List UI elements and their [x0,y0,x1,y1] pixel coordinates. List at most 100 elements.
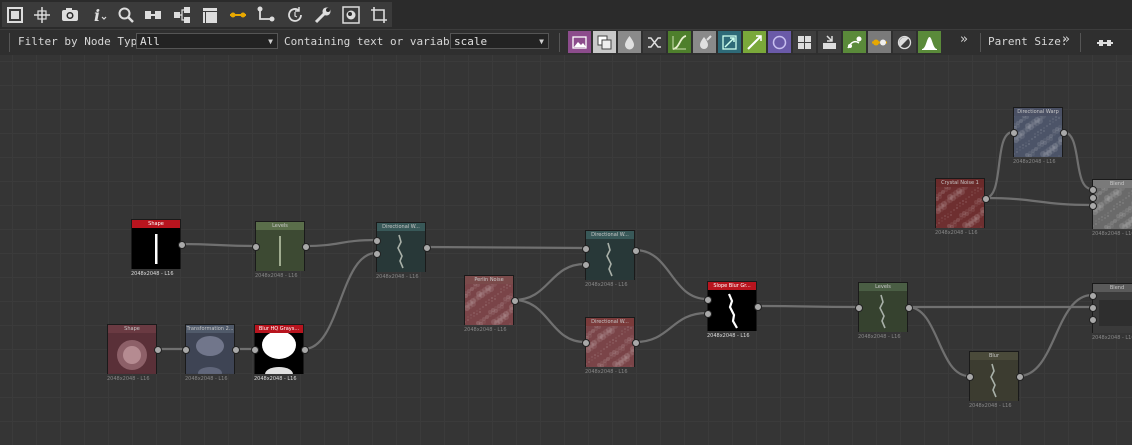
output-port[interactable] [1060,129,1068,137]
parent-size-more-button[interactable]: » [1062,32,1070,47]
histogram-icon[interactable] [918,31,941,53]
node-resolution: 2048x2048 - L16 [707,333,750,339]
levels-drop-icon[interactable] [618,31,641,53]
text-filter-select[interactable]: scale ▼ [450,33,549,49]
stack-icon[interactable] [198,3,222,26]
graph-node[interactable]: Directional W... 2048x2048 - L16 [582,230,640,288]
layout-icon[interactable] [170,3,194,26]
circle-shape-icon[interactable] [768,31,791,53]
connection-wire[interactable] [634,311,708,344]
transform-icon[interactable] [718,31,741,53]
input-port[interactable] [704,296,712,304]
connector-icon[interactable] [1093,31,1117,54]
input-port[interactable] [966,373,974,381]
connection-wire[interactable] [513,298,586,344]
input-port[interactable] [373,250,381,258]
crop-icon[interactable] [367,3,391,26]
node-title: Directional W... [377,223,425,231]
input-port[interactable] [704,310,712,318]
bitmap-node-icon[interactable] [568,31,591,53]
graph-node[interactable]: Directional Warp 2048x2048 - L16 [1010,107,1068,165]
input-port[interactable] [373,237,381,245]
graph-canvas[interactable]: Shape 2048x2048 - L16 Levels 2048x2048 - L1… [0,55,1132,445]
output-port[interactable] [154,346,162,354]
input-port[interactable] [582,245,590,253]
screenshot-icon[interactable] [58,3,82,26]
output-port[interactable] [301,346,309,354]
levels-slider-icon[interactable] [868,31,891,53]
input-port[interactable] [855,304,863,312]
blend-icon[interactable] [818,31,841,53]
search-icon[interactable] [114,3,138,26]
input-port[interactable] [251,346,259,354]
connection-wire[interactable] [180,242,256,248]
input-port[interactable] [1010,129,1018,137]
graph-node[interactable]: Blur 2048x2048 - L16 [966,351,1024,409]
connection-wire[interactable] [634,248,708,301]
graph-node[interactable]: Directional W... 2048x2048 - L16 [582,317,640,375]
connection-wire[interactable] [304,238,377,248]
graph-node[interactable]: Levels 2048x2048 - L16 [252,221,310,279]
more-tools-button[interactable]: » [960,32,968,47]
graph-node[interactable]: Crystal Noise 1 2048x2048 - L16 [935,178,990,236]
input-port[interactable] [582,339,590,347]
output-port[interactable] [982,195,990,203]
input-port[interactable] [252,243,260,251]
graph-node[interactable]: Perlin Noise 2048x2048 - L16 [464,275,519,333]
graph-node[interactable]: Blur HQ Grays... 2048x2048 - L16 [251,324,309,382]
input-port[interactable] [1089,316,1097,324]
preview-icon[interactable] [339,3,363,26]
input-port[interactable] [1089,292,1097,300]
output-port[interactable] [232,346,240,354]
align-icon[interactable] [141,3,165,26]
graph-node[interactable]: Directional W... 2048x2048 - L16 [373,222,431,280]
graph-node[interactable]: Shape 2048x2048 - L16 [131,219,186,277]
curve-icon[interactable] [668,31,691,53]
graph-node[interactable]: Transformation 2... 2048x2048 - L16 [182,324,240,382]
connection-wire[interactable] [756,304,859,309]
input-port[interactable] [1089,304,1097,312]
output-port[interactable] [754,303,762,311]
input-port[interactable] [182,346,190,354]
tile-grid-icon[interactable] [793,31,816,53]
svg-node-icon[interactable] [593,31,616,53]
output-port[interactable] [632,339,640,347]
connection-wire[interactable] [984,130,1014,200]
output-port[interactable] [905,304,913,312]
output-port[interactable] [302,243,310,251]
input-port[interactable] [1089,186,1097,194]
graph-node[interactable]: Slope Blur Gr... 2048x2048 - L16 [704,281,762,339]
connection-wire[interactable] [513,262,586,302]
reroute-icon[interactable] [254,3,278,26]
connection-wire[interactable] [907,305,970,378]
graph-node[interactable]: Levels 2048x2048 - L16 [855,282,913,340]
output-port[interactable] [511,297,519,305]
warp-icon[interactable] [843,31,866,53]
node-resolution: 2048x2048 - L16 [255,273,298,279]
connection-wire[interactable] [303,251,377,351]
wrench-icon[interactable] [311,3,335,26]
link-icon[interactable] [226,3,250,26]
input-port[interactable] [582,261,590,269]
connection-wire[interactable] [1062,130,1093,191]
node-type-select[interactable]: All ▼ [136,33,278,49]
center-icon[interactable] [30,3,54,26]
connection-wire[interactable] [425,245,586,250]
input-port[interactable] [1089,194,1097,202]
output-port[interactable] [1016,373,1024,381]
shuffle-icon[interactable] [643,31,666,53]
output-port[interactable] [178,241,186,249]
connection-wire[interactable] [984,196,1093,207]
output-port[interactable] [632,247,640,255]
output-port[interactable] [423,244,431,252]
input-port[interactable] [1089,202,1097,210]
graph-node[interactable]: Blend 2048x2048 - L16 [1089,283,1132,341]
color-picker-icon[interactable] [693,31,716,53]
contrast-icon[interactable] [893,31,916,53]
gradient-map-icon[interactable] [743,31,766,53]
graph-node[interactable]: Shape 2048x2048 - L16 [107,324,162,382]
refresh-icon[interactable] [283,3,307,26]
frame-all-icon[interactable] [3,3,27,26]
graph-node[interactable]: Blend 2048x2048 - L16 [1089,179,1132,237]
info-icon[interactable]: i [88,3,112,26]
